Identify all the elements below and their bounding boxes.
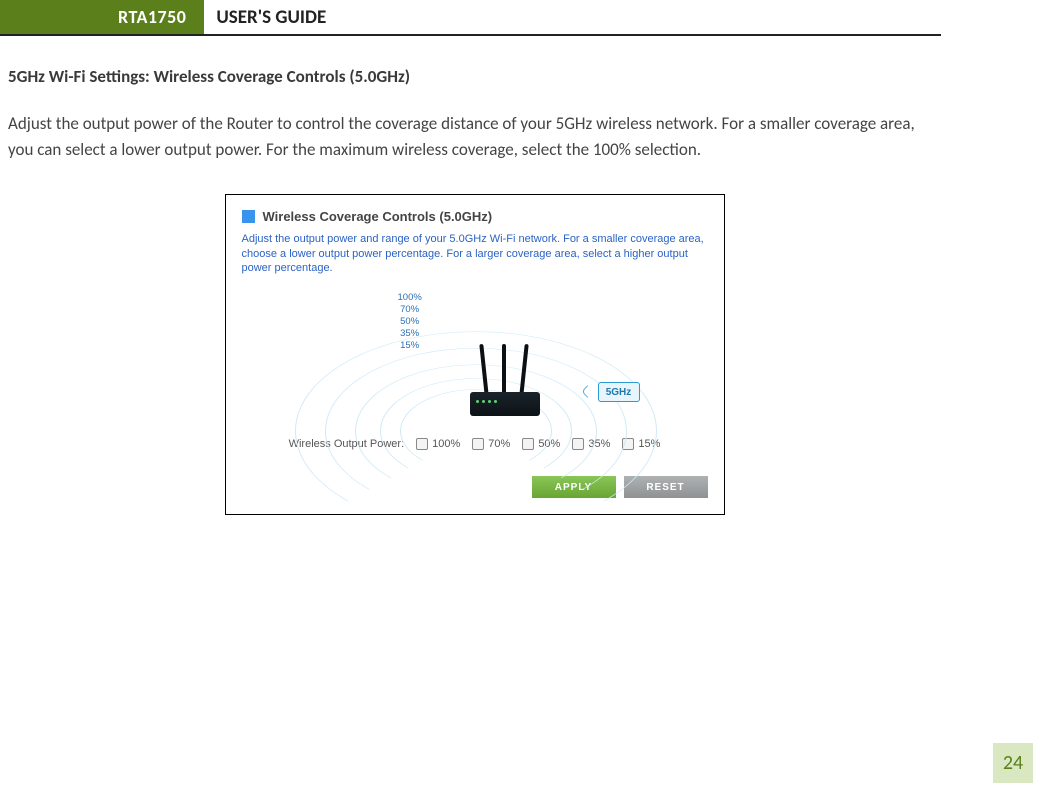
percent-label: 100% [395, 292, 425, 304]
settings-panel: Wireless Coverage Controls (5.0GHz) Adju… [225, 194, 725, 516]
panel-description: Adjust the output power and range of you… [242, 232, 708, 277]
router-icon [470, 392, 540, 416]
guide-title: USER'S GUIDE [204, 0, 326, 34]
page-header: RTA1750 USER'S GUIDE [0, 0, 941, 36]
band-badge: 5GHz [598, 382, 640, 402]
section-title: 5GHz Wi-Fi Settings: Wireless Coverage C… [8, 66, 941, 87]
coverage-illustration: 100% 70% 50% 35% 15% 5GHz [310, 290, 640, 420]
percent-labels: 100% 70% 50% 35% 15% [395, 292, 425, 351]
percent-label: 35% [395, 328, 425, 340]
panel-bullet-icon [242, 210, 255, 223]
section-body: Adjust the output power of the Router to… [8, 111, 941, 164]
panel-title: Wireless Coverage Controls (5.0GHz) [263, 209, 493, 224]
percent-label: 50% [395, 316, 425, 328]
percent-label: 15% [395, 340, 425, 352]
content-area: 5GHz Wi-Fi Settings: Wireless Coverage C… [0, 36, 1041, 515]
page-number: 24 [993, 743, 1033, 783]
panel-header: Wireless Coverage Controls (5.0GHz) [242, 209, 708, 224]
model-tab: RTA1750 [100, 0, 204, 34]
header-accent [0, 0, 100, 34]
reset-button[interactable]: RESET [624, 476, 708, 498]
router-antenna-icon [502, 344, 506, 396]
percent-label: 70% [395, 304, 425, 316]
